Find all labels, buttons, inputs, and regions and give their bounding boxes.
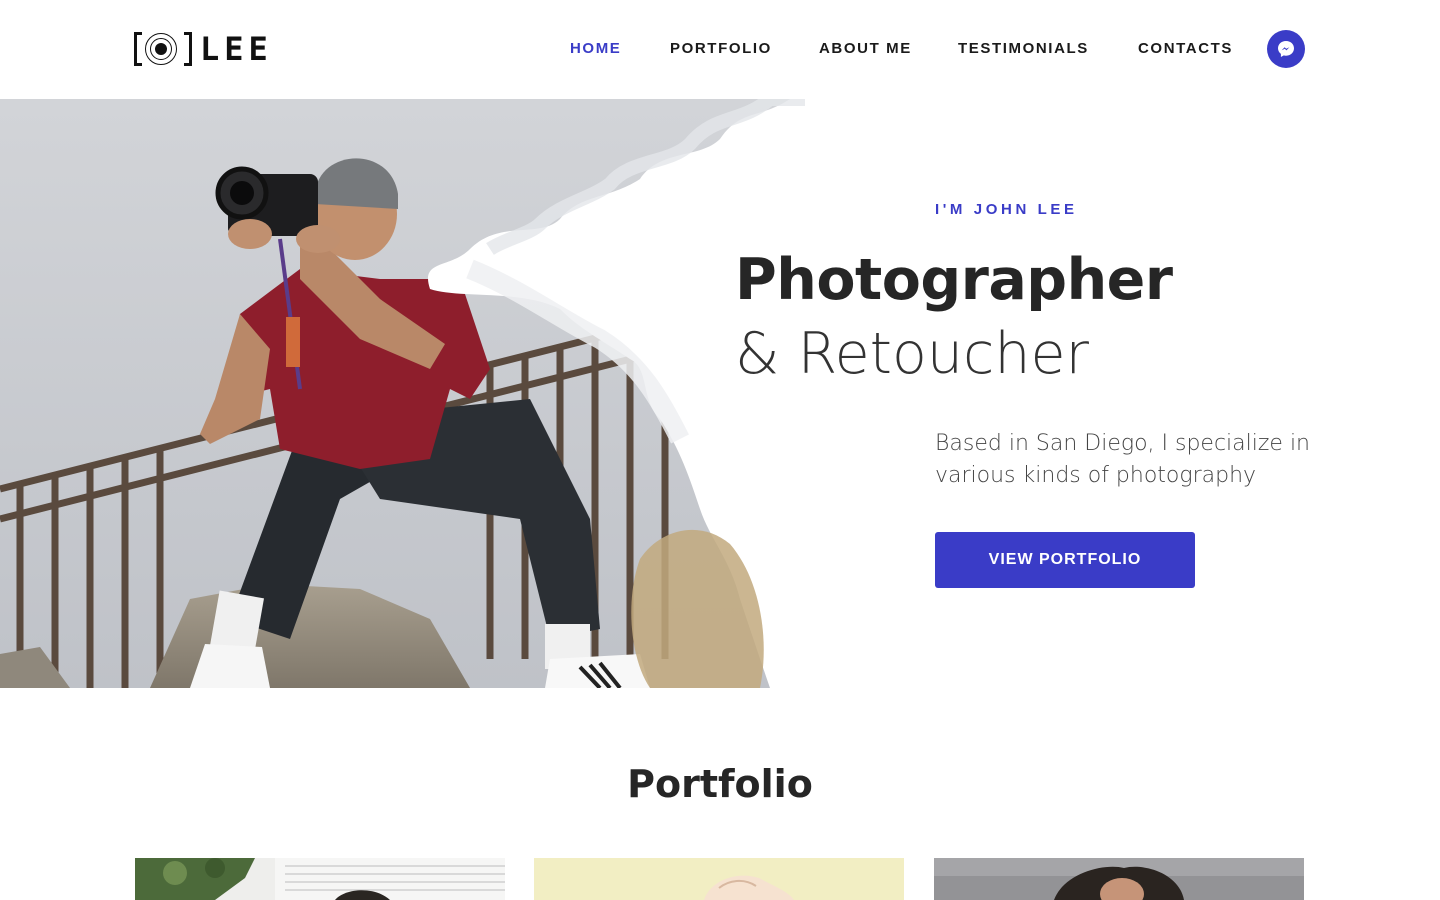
- nav-item-testimonials[interactable]: TESTIMONIALS: [958, 38, 1089, 60]
- camera-lens-logo-icon: [134, 31, 192, 67]
- logo-text: LEE: [200, 30, 273, 68]
- view-portfolio-button[interactable]: VIEW PORTFOLIO: [935, 532, 1195, 588]
- messenger-button[interactable]: [1267, 30, 1305, 68]
- hero-subtitle: & Retoucher: [735, 321, 1089, 387]
- nav-item-contacts[interactable]: CONTACTS: [1138, 38, 1233, 60]
- hero-title: Photographer: [735, 247, 1173, 313]
- site-logo[interactable]: LEE: [134, 31, 273, 67]
- portfolio-section-title: Portfolio: [627, 762, 813, 806]
- messenger-icon: [1278, 41, 1294, 57]
- site-header: LEE HOME PORTFOLIO ABOUT ME TESTIMONIALS…: [0, 0, 1440, 99]
- hero-description: Based in San Diego, I specialize in vari…: [935, 431, 1310, 488]
- portfolio-item[interactable]: [934, 858, 1304, 900]
- hero-kicker: I'M JOHN LEE: [935, 201, 1078, 218]
- nav-item-home[interactable]: HOME: [570, 38, 621, 60]
- nav-item-portfolio[interactable]: PORTFOLIO: [670, 38, 772, 60]
- portfolio-item[interactable]: [135, 858, 505, 900]
- hero-photo: [0, 99, 805, 688]
- portfolio-item[interactable]: [534, 858, 904, 900]
- nav-item-about-me[interactable]: ABOUT ME: [819, 38, 912, 60]
